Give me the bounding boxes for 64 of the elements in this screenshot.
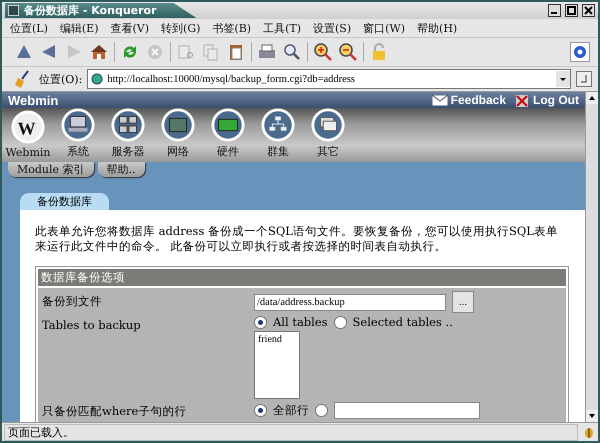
category-link[interactable]: 其它: [317, 144, 339, 159]
zoom-out-icon[interactable]: [338, 42, 358, 62]
zoom-in-icon[interactable]: [313, 42, 333, 62]
browse-button[interactable]: ...: [452, 291, 474, 313]
server-rack-icon[interactable]: [111, 108, 145, 142]
intro-paragraph: 此表单允许您将数据库 address 备份成一个SQL语句文件。要恢复备份，您可以使用执行SQL表单来运行此文件中的命令。 此备份可以立即执行或者按选择的时间表自动执行。: [35, 224, 559, 254]
url-field[interactable]: http://localhost:10000/mysql/backup_form.cgi?db=address: [87, 69, 571, 89]
menu-item[interactable]: 工具(T): [263, 20, 302, 36]
scroll-bar[interactable]: [585, 92, 598, 422]
category-link[interactable]: 服务器: [112, 144, 144, 159]
radio-button[interactable]: [315, 404, 328, 416]
category-link[interactable]: 系统: [67, 144, 89, 159]
status-text: 页面已载入。: [4, 424, 578, 440]
clear-location-icon[interactable]: [576, 71, 592, 87]
list-item[interactable]: friend: [258, 334, 296, 345]
category-link[interactable]: 网络: [167, 144, 189, 159]
field-label: 只备份匹配where子句的行: [42, 403, 188, 419]
close-icon[interactable]: [582, 4, 595, 17]
magnifier-icon[interactable]: [282, 42, 302, 62]
category-link[interactable]: 硬件: [217, 144, 239, 159]
header-link[interactable]: Feedback: [432, 93, 506, 107]
windows-icon[interactable]: [311, 108, 345, 142]
radio-button[interactable]: [334, 316, 347, 328]
category-link[interactable]: 群集: [267, 144, 289, 159]
maximize-icon[interactable]: [565, 4, 578, 17]
radio-label: Selected tables ..: [352, 315, 453, 329]
radio-button[interactable]: [254, 316, 267, 328]
menu-item[interactable]: 转到(G): [161, 20, 200, 36]
field-label: 备份到文件: [42, 293, 103, 310]
radio-label: All tables: [273, 315, 328, 329]
radio-label: 全部行: [273, 402, 309, 418]
computer-icon[interactable]: [61, 108, 95, 142]
circuit-board-icon[interactable]: [211, 108, 245, 142]
window-menu-icon[interactable]: [8, 5, 19, 16]
menu-item[interactable]: 设置(S): [313, 20, 352, 36]
scroll-down-icon[interactable]: [586, 410, 598, 422]
radio-button[interactable]: [254, 404, 267, 416]
house-icon[interactable]: [89, 42, 109, 62]
window-title: 备份数据库 - Konqueror: [24, 3, 157, 18]
minimize-icon[interactable]: [548, 4, 561, 17]
file-path-field[interactable]: /data/address.backup: [254, 294, 446, 310]
circuit-board-icon[interactable]: [161, 108, 195, 142]
module-tab[interactable]: Module 索引: [8, 162, 94, 177]
globe-icon: [91, 73, 104, 85]
menu-item[interactable]: 书签(B): [212, 20, 252, 36]
menu-item[interactable]: 窗口(W): [363, 20, 406, 36]
scroll-up-icon[interactable]: [586, 92, 598, 104]
header-link[interactable]: Log Out: [514, 92, 579, 108]
menu-item[interactable]: 帮助(H): [417, 20, 458, 36]
location-label: 位置(O):: [39, 72, 82, 86]
menu-item[interactable]: 位置(L): [10, 20, 48, 36]
logout-icon: [514, 92, 530, 108]
webmin-logo[interactable]: Webmin: [8, 92, 424, 108]
w-logo-icon[interactable]: W: [11, 110, 45, 144]
module-tab[interactable]: 帮助..: [98, 162, 145, 177]
table-list-box[interactable]: friend: [254, 331, 300, 399]
category-link[interactable]: Webmin: [6, 146, 50, 159]
where-clause-field[interactable]: [334, 402, 480, 418]
menu-item[interactable]: 编辑(E): [60, 20, 99, 36]
table-header: 数据库备份选项: [38, 269, 566, 286]
menu-item[interactable]: 查看(V): [110, 20, 150, 36]
envelope-icon: [432, 94, 448, 106]
network-nodes-icon[interactable]: [261, 108, 295, 142]
field-label: Tables to backup: [42, 317, 142, 334]
